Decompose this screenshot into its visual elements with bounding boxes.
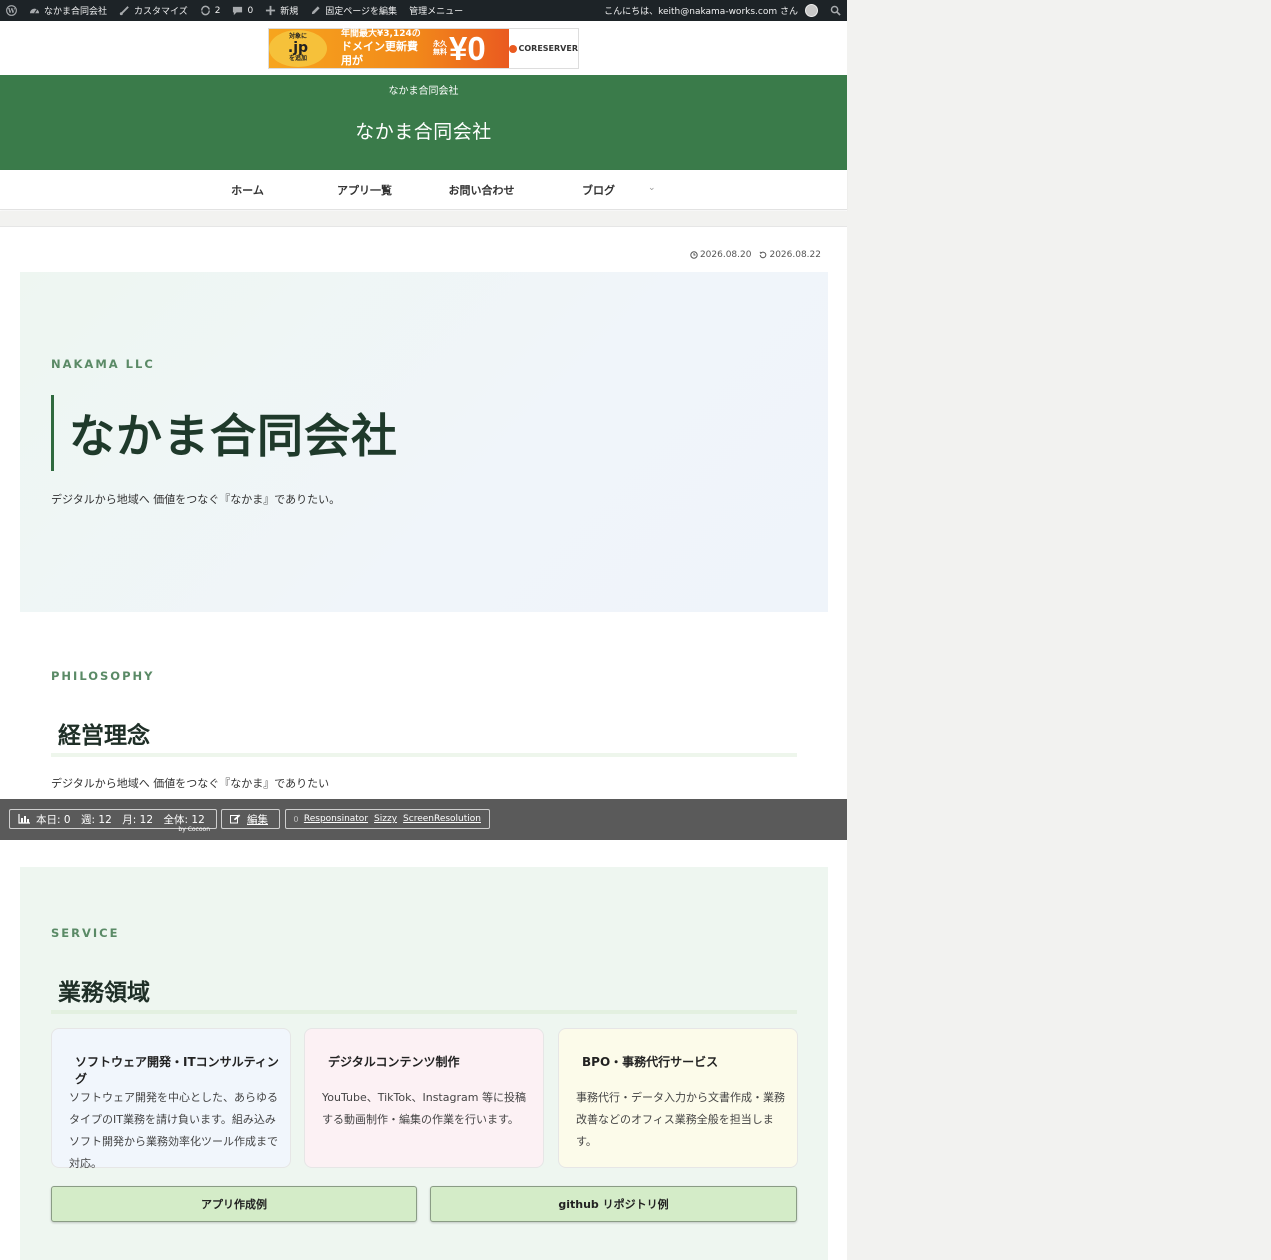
wordpress-icon: W (6, 5, 17, 16)
ad-circle-big: .jp (287, 39, 309, 56)
mobile-icon (294, 816, 298, 822)
philosophy-underline (51, 753, 797, 757)
edit-link[interactable]: 編集 (247, 812, 268, 827)
nav-item-blog[interactable]: ブログ (540, 170, 657, 210)
site-header: なかま合同会社 なかま合同会社 (0, 75, 847, 170)
global-nav: ホーム アプリ一覧 お問い合わせ ブログ ⌄ (0, 170, 847, 210)
content-divider (0, 226, 847, 227)
ad-left: 対象に .jp を追加 年間最大¥3,124の ドメイン更新費用が 永久無料 ¥… (269, 29, 509, 68)
published-date: 2026.08.20 (690, 250, 752, 260)
nav-item-apps[interactable]: アプリ一覧 (306, 170, 423, 210)
site-tagline: なかま合同会社 (388, 86, 459, 97)
service-card-description: ソフトウェア開発を中心とした、あらゆるタイプのIT業務を請け負います。組み込みソ… (69, 1091, 278, 1170)
post-dates: 2026.08.20 2026.08.22 (690, 250, 821, 260)
service-title: 業務領域 (58, 980, 150, 1006)
service-card-description: 事務代行・データ入力から文書作成・業務改善などのオフィス業務全般を担当します。 (576, 1091, 785, 1148)
admin-updates[interactable]: 2 (194, 0, 227, 21)
app-examples-button[interactable]: アプリ作成例 (51, 1186, 417, 1222)
ad-brand: CORESERVER (508, 29, 579, 68)
updated-date: 2026.08.22 (759, 250, 821, 260)
admin-search[interactable] (824, 0, 847, 21)
admin-comments-count: 0 (247, 5, 254, 16)
ad-banner[interactable]: 対象に .jp を追加 年間最大¥3,124の ドメイン更新費用が 永久無料 ¥… (268, 28, 579, 69)
service-eyebrow: SERVICE (51, 926, 120, 940)
clock-icon (690, 251, 698, 259)
svg-text:W: W (7, 7, 16, 15)
comment-icon (233, 6, 243, 16)
search-icon (830, 5, 841, 16)
hero-eyebrow: NAKAMA LLC (51, 357, 155, 371)
nav-item-home[interactable]: ホーム (189, 170, 306, 210)
bar-chart-icon (18, 814, 30, 824)
cocoon-credit: by Cocoon (178, 826, 210, 833)
philosophy-title: 経営理念 (58, 723, 150, 749)
admin-edit-page-label: 固定ページを編集 (325, 7, 398, 17)
updates-icon (200, 5, 210, 16)
edit-icon (230, 814, 241, 824)
paintbrush-icon (119, 6, 129, 16)
service-card-title: デジタルコンテンツ制作 (328, 1055, 460, 1069)
service-underline (51, 1010, 797, 1014)
coreserver-logo-icon (508, 44, 517, 53)
nav-item-contact[interactable]: お問い合わせ (423, 170, 540, 210)
hero-description: デジタルから地域へ 価値をつなぐ『なかま』でありたい。 (51, 493, 341, 506)
admin-site-name-label: なかま合同会社 (44, 7, 108, 17)
pencil-icon (312, 6, 320, 15)
edit-box[interactable]: 編集 (221, 809, 280, 829)
access-count-box[interactable]: 本日: 0 週: 12 月: 12 全体: 12 by Cocoon (9, 809, 217, 833)
chevron-down-icon[interactable]: ⌄ (648, 183, 656, 193)
philosophy-description: デジタルから地域へ 価値をつなぐ『なかま』でありたい (51, 777, 330, 790)
admin-new[interactable]: 新規 (259, 0, 304, 21)
hero-title: なかま合同会社 (51, 395, 398, 471)
admin-edit-page[interactable]: 固定ページを編集 (304, 0, 403, 21)
access-count-stats: 本日: 0 週: 12 月: 12 全体: 12 (36, 813, 205, 826)
philosophy-eyebrow: PHILOSOPHY (51, 669, 155, 683)
admin-menu-label: 管理メニュー (409, 7, 464, 17)
footer-toolbar: 本日: 0 週: 12 月: 12 全体: 12 by Cocoon 編集 Re… (0, 799, 847, 840)
admin-updates-count: 2 (214, 5, 221, 16)
screenresolution-link[interactable]: ScreenResolution (403, 814, 481, 824)
service-card-description: YouTube、TikTok、Instagram 等に投稿する動画制作・編集の作… (322, 1091, 526, 1126)
dashboard-icon (29, 8, 40, 14)
admin-site-name[interactable]: なかま合同会社 (23, 0, 113, 21)
admin-customize-label: カスタマイズ (134, 7, 188, 17)
admin-bar: W なかま合同会社 カスタマイズ 2 0 新規 固定ページを編集 管理メニュー … (0, 0, 847, 21)
ad-text: 年間最大¥3,124の ドメイン更新費用が (327, 29, 427, 68)
ad-free: 永久無料 (433, 39, 447, 56)
service-card-software: ソフトウェア開発・ITコンサルティング ソフトウェア開発を中心とした、あらゆるタ… (51, 1028, 291, 1170)
ad-yen-zero: ¥0 (449, 30, 486, 67)
published-date-value: 2026.08.20 (699, 250, 752, 260)
sizzy-link[interactable]: Sizzy (374, 814, 397, 824)
nav-gap (0, 211, 847, 226)
responsinator-link[interactable]: Responsinator (304, 814, 368, 824)
admin-menu[interactable]: 管理メニュー (403, 0, 469, 21)
device-links-box: Responsinator Sizzy ScreenResolution (285, 809, 490, 829)
admin-new-label: 新規 (280, 7, 299, 17)
admin-comments[interactable]: 0 (226, 0, 259, 21)
ad-brand-label: CORESERVER (518, 44, 579, 53)
service-card-title: BPO・事務代行サービス (582, 1055, 719, 1069)
site-title[interactable]: なかま合同会社 (0, 117, 847, 144)
ad-line2: ドメイン更新費用が (341, 40, 418, 68)
admin-account[interactable]: こんにちは、keith@nakama-works.com さん (598, 0, 824, 21)
avatar (805, 4, 818, 17)
service-card-bpo: BPO・事務代行サービス 事務代行・データ入力から文書作成・業務改善などのオフィ… (558, 1028, 798, 1168)
github-examples-button[interactable]: github リポジトリ例 (430, 1186, 797, 1222)
page-body: 対象に .jp を追加 年間最大¥3,124の ドメイン更新費用が 永久無料 ¥… (0, 21, 847, 1260)
updated-date-value: 2026.08.22 (769, 250, 821, 260)
ad-circle-wrap: 対象に .jp を追加 (269, 29, 327, 68)
wordpress-logo[interactable]: W (0, 0, 23, 21)
ad-line1: 年間最大¥3,124の (341, 29, 421, 40)
admin-greeting: こんにちは、keith@nakama-works.com さん (604, 7, 798, 17)
service-card-content: デジタルコンテンツ制作 YouTube、TikTok、Instagram 等に投… (304, 1028, 544, 1168)
admin-customize[interactable]: カスタマイズ (113, 0, 194, 21)
ad-circle-bottom: を追加 (288, 55, 307, 63)
history-icon (760, 251, 767, 259)
hero-section: NAKAMA LLC なかま合同会社 デジタルから地域へ 価値をつなぐ『なかま』… (20, 272, 828, 612)
service-card-title: ソフトウェア開発・ITコンサルティング (75, 1055, 279, 1086)
plus-icon (266, 5, 276, 16)
service-section: SERVICE 業務領域 ソフトウェア開発・ITコンサルティング ソフトウェア開… (20, 867, 828, 1260)
ad-jp-badge: 対象に .jp を追加 (269, 30, 327, 67)
